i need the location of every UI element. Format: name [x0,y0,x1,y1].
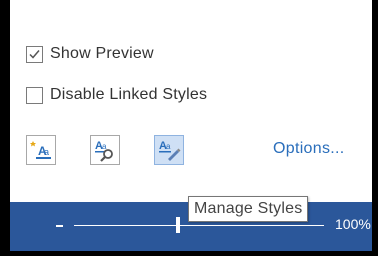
disable-linked-styles-option[interactable]: Disable Linked Styles [26,86,207,104]
show-preview-checkbox[interactable] [26,45,43,63]
style-inspector-icon: A a [95,140,113,162]
svg-text:a: a [44,147,49,157]
options-link[interactable]: Options... [273,140,344,158]
svg-text:a: a [166,142,171,151]
zoom-percentage[interactable]: 100% [335,216,371,232]
zoom-out-button[interactable] [56,225,63,227]
manage-styles-icon: A a [159,140,181,161]
show-preview-label: Show Preview [50,45,154,62]
show-preview-option[interactable]: Show Preview [26,45,154,63]
new-style-button[interactable]: A a [26,135,56,165]
disable-linked-styles-checkbox[interactable] [26,86,43,104]
manage-styles-button[interactable]: A a [154,135,184,165]
new-style-icon: A a [30,141,51,159]
manage-styles-tooltip: Manage Styles [188,196,309,222]
disable-linked-styles-label: Disable Linked Styles [50,86,208,103]
zoom-slider-track[interactable] [74,225,324,226]
zoom-slider-thumb[interactable] [176,217,180,233]
styles-pane: Show Preview Disable Linked Styles A a A… [10,0,372,251]
style-inspector-button[interactable]: A a [90,135,120,165]
checkmark-icon [29,49,40,59]
